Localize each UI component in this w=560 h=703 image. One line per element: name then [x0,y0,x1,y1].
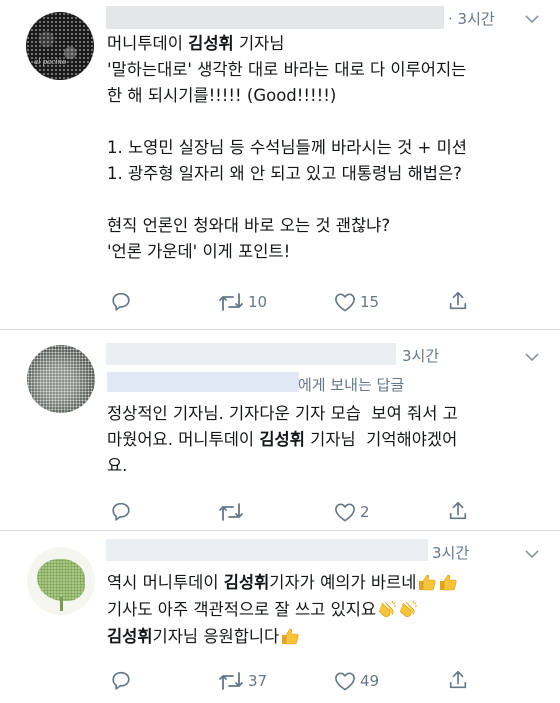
tweet-line: 요. [107,453,458,479]
like-count: 49 [360,672,380,690]
reply-icon [112,502,130,521]
reply-button[interactable] [110,500,132,522]
avatar[interactable] [27,547,95,615]
share-icon [449,501,467,520]
tweet-text-segment: 정상적인 기자님. 기자다운 기자 모습 보여 줘서 고 [107,404,458,423]
reply-to-user-redacted[interactable] [107,372,299,392]
tweet-text-segment: 기자가 예의가 바르네 [269,573,417,592]
tweet-body: 정상적인 기자님. 기자다운 기자 모습 보여 줘서 고마웠어요. 머니투데이 … [107,401,458,479]
tweet-text-segment: 1. 노영민 실장님 등 수석님들께 바라시는 것 + 미션 [107,138,467,157]
tweet-text-segment: 요. [107,456,128,475]
highlighted-name[interactable]: 김성휘 [259,430,305,449]
share-button[interactable] [447,669,469,691]
chevron-down-icon[interactable] [525,549,539,559]
username-redacted[interactable] [106,539,428,561]
heart-icon [335,672,355,691]
tweet-text-segment: 기자님 응원합니다 [152,627,280,646]
tweet-line [107,187,467,213]
chevron-down-icon[interactable] [525,14,539,24]
tweet-text-segment: '언론 가운데' 이게 포인트! [107,242,291,261]
reply-icon [112,292,130,311]
share-icon [449,291,467,310]
tweet-line: 마웠어요. 머니투데이 김성휘 기자님 기억해야겠어 [107,427,458,453]
like-count: 15 [360,293,380,311]
retweet-icon [219,672,243,690]
tweet-time[interactable]: · 3시간 [448,8,495,29]
tweet-2[interactable]: 3시간 에게 보내는 답글 정상적인 기자님. 기자다운 기자 모습 보여 줘서… [0,330,560,530]
tweet-3[interactable]: 3시간 역시 머니투데이 김성휘기자가 예의가 바르네 기사도 아주 객관적으로 … [0,531,560,703]
tweet-line: 1. 광주형 일자리 왜 안 되고 있고 대통령님 해법은? [107,161,467,187]
share-icon [449,670,467,689]
tweet-line: 머니투데이 김성휘 기자님 [107,31,467,57]
retweet-count: 37 [248,672,268,690]
tweet-text-segment: 기자님 [233,34,285,53]
tweet-line: 기사도 아주 객관적으로 잘 쓰고 있지요 [107,596,458,623]
highlighted-name[interactable]: 김성휘 [107,627,153,646]
avatar-signature: al pacino [34,58,67,66]
reply-button[interactable] [110,290,132,312]
tweet-1[interactable]: al pacino · 3시간 머니투데이 김성휘 기자님 '말하는대로' 생각한… [0,0,560,330]
tweet-time[interactable]: 3시간 [402,345,439,366]
tweet-line [107,109,467,135]
tweet-time[interactable]: 3시간 [432,542,469,563]
chevron-down-icon[interactable] [525,352,539,362]
username-redacted[interactable] [106,6,444,29]
tweet-line: '말하는대로' 생각한 대로 바라는 대로 다 이루어지는 [107,57,467,83]
like-button[interactable]: 15 [334,292,379,312]
reply-button[interactable] [110,669,132,691]
retweet-count: 10 [248,293,268,311]
share-button[interactable] [447,500,469,522]
heart-icon [335,503,355,522]
retweet-button[interactable]: 10 [218,292,267,312]
avatar[interactable]: al pacino [26,12,94,80]
like-count: 2 [360,503,370,521]
tweet-line: 정상적인 기자님. 기자다운 기자 모습 보여 줘서 고 [107,401,458,427]
thumbs-up-emoji-icon [280,626,300,645]
tweet-text-segment: 머니투데이 [107,34,189,53]
tweet-line: 1. 노영민 실장님 등 수석님들께 바라시는 것 + 미션 [107,135,467,161]
tweet-line: 현직 언론인 청와대 바로 오는 것 괜찮냐? [107,213,467,239]
share-button[interactable] [447,290,469,312]
like-button[interactable]: 49 [334,671,379,691]
tweet-text-segment: 1. 광주형 일자리 왜 안 되고 있고 대통령님 해법은? [107,164,462,183]
username-redacted[interactable] [106,343,396,365]
tweet-text-segment: 기자님 기억해야겠어 [304,430,458,449]
tweet-text-segment: 현직 언론인 청와대 바로 오는 것 괜찮냐? [107,216,391,235]
tweet-text-segment: 역시 머니투데이 [107,573,224,592]
tweet-text-segment: 한 해 되시기를!!!!! (Good!!!!!) [107,86,337,105]
tweet-text-segment: '말하는대로' 생각한 대로 바라는 대로 다 이루어지는 [107,60,467,79]
clap-emoji-icon [377,599,397,617]
reply-icon [112,671,130,690]
retweet-button[interactable]: 37 [218,671,267,691]
retweet-button[interactable] [218,502,248,522]
tweet-text-segment: 마웠어요. 머니투데이 [107,430,260,449]
highlighted-name[interactable]: 김성휘 [224,573,270,592]
like-button[interactable]: 2 [334,502,370,522]
tweet-line: 역시 머니투데이 김성휘기자가 예의가 바르네 [107,569,458,596]
reply-to-label: 에게 보내는 답글 [298,376,405,394]
thumbs-up-emoji-icon [417,572,437,591]
tweet-text-segment: 기사도 아주 객관적으로 잘 쓰고 있지요 [107,600,377,619]
heart-icon [335,293,355,312]
avatar[interactable] [27,345,95,413]
tweet-line: '언론 가운데' 이게 포인트! [107,239,467,265]
retweet-icon [219,503,243,521]
tweet-body: 역시 머니투데이 김성휘기자가 예의가 바르네 기사도 아주 객관적으로 잘 쓰고… [107,569,458,650]
retweet-icon [219,293,243,311]
tweet-line: 김성휘기자님 응원합니다 [107,623,458,650]
tweet-line: 한 해 되시기를!!!!! (Good!!!!!) [107,83,467,109]
thumbs-up-emoji-icon [438,572,458,591]
highlighted-name[interactable]: 김성휘 [188,34,234,53]
tweet-body: 머니투데이 김성휘 기자님 '말하는대로' 생각한 대로 바라는 대로 다 이루어… [107,31,467,265]
clap-emoji-icon [398,599,418,617]
